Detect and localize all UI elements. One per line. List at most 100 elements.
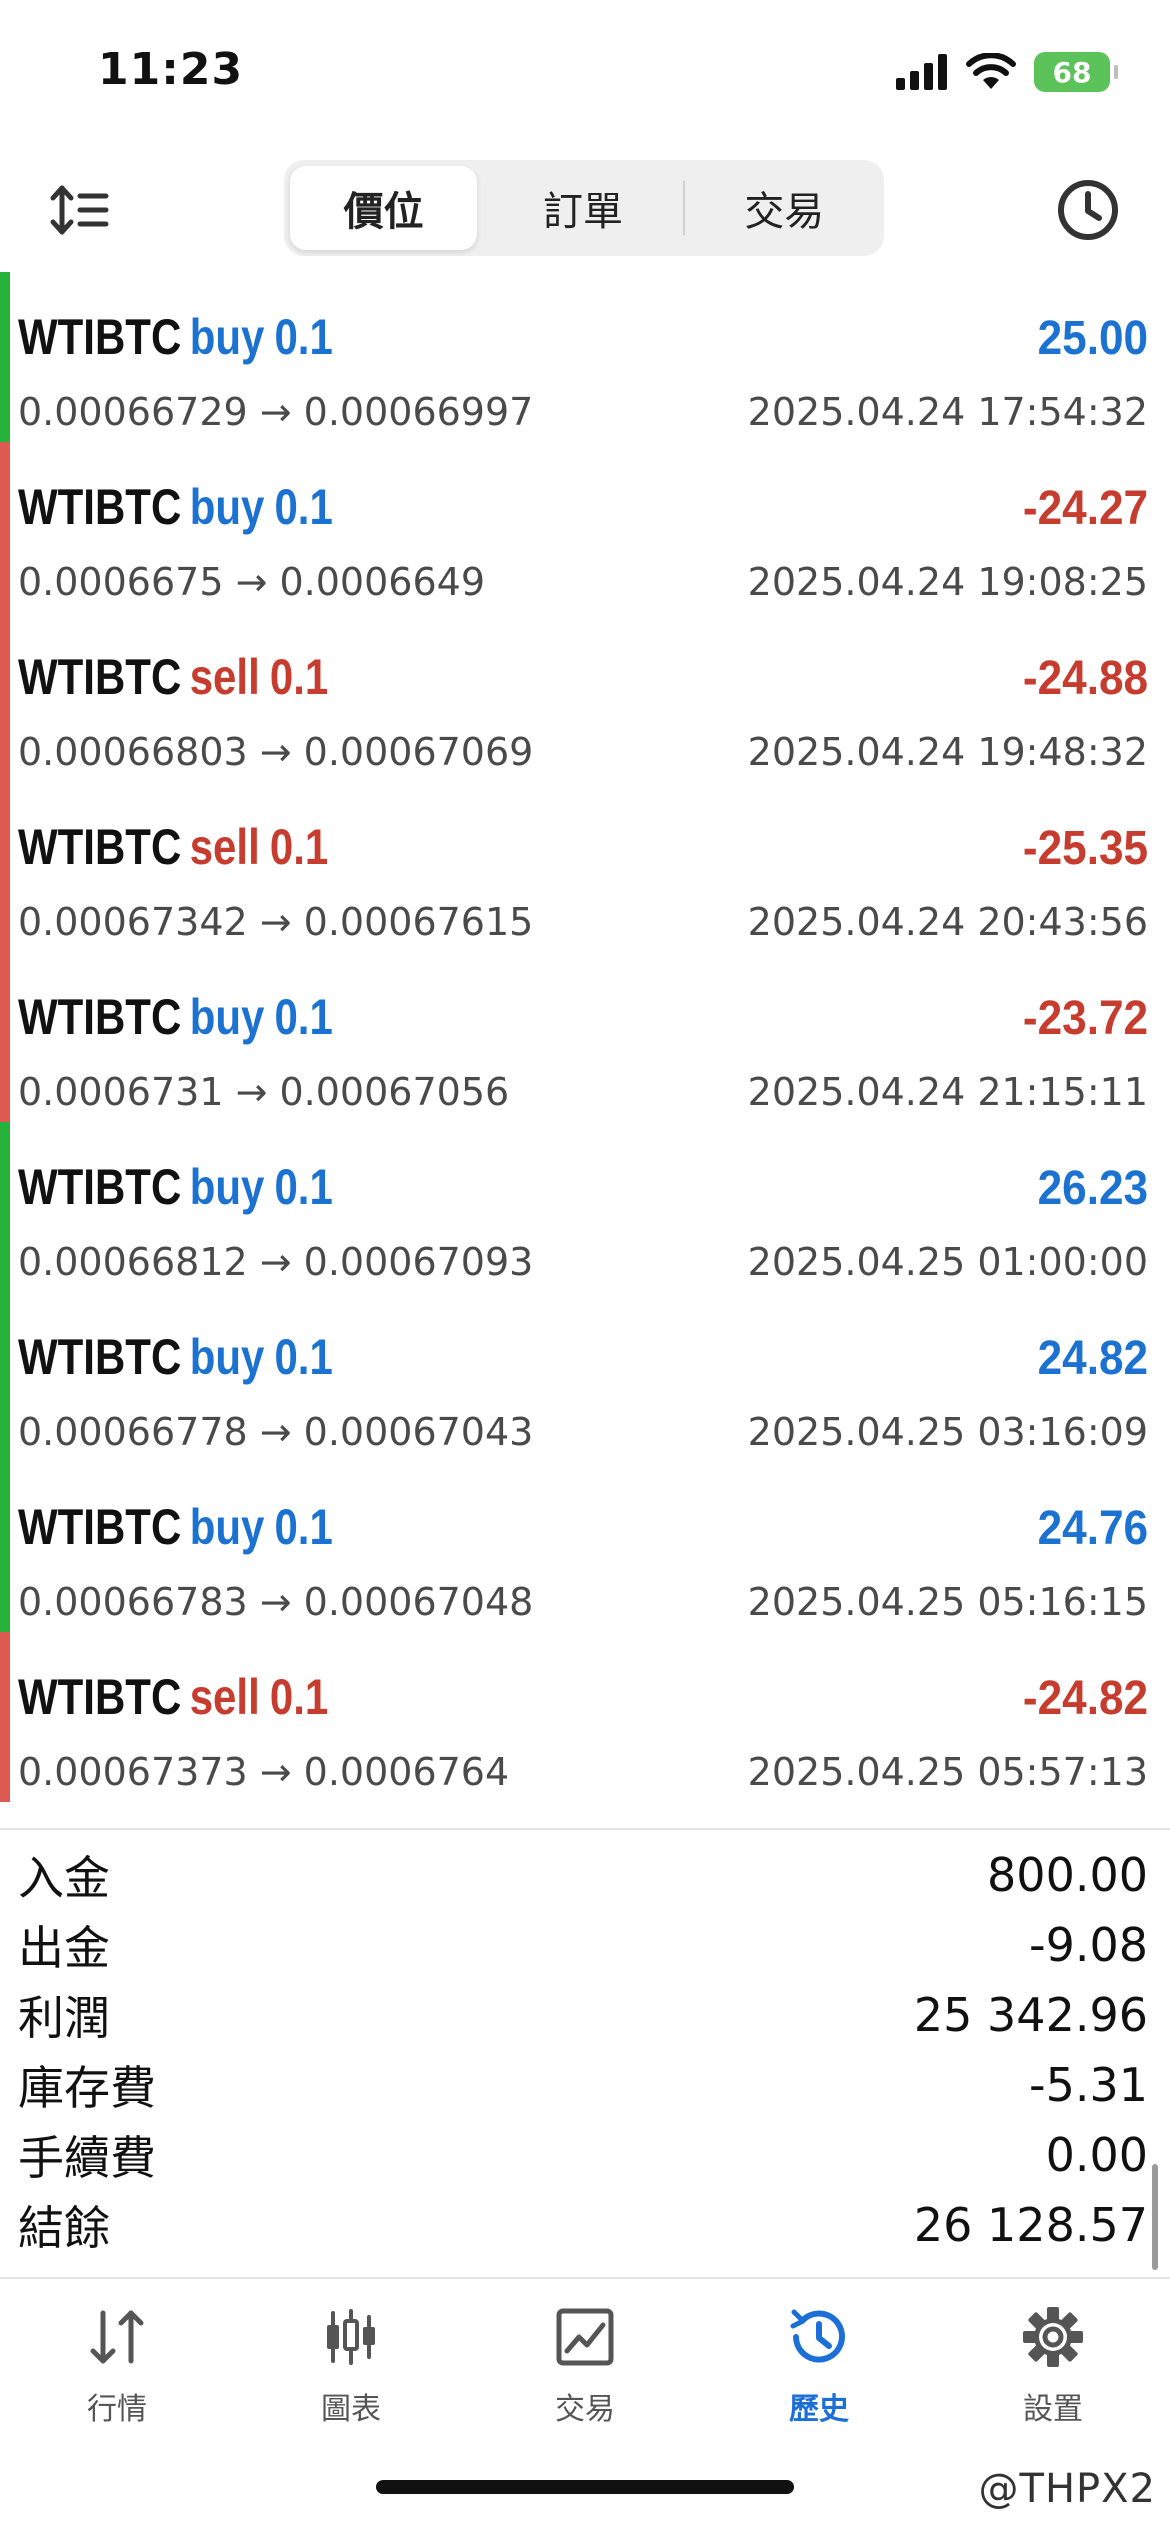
row-bottom: 0.00066812 → 0.00067093 2025.04.25 01:00:… bbox=[18, 1240, 1148, 1284]
summary-row: 利潤 25 342.96 bbox=[0, 1980, 1170, 2050]
sort-icon[interactable] bbox=[48, 178, 112, 242]
row-top: WTIBTC buy 0.1 26.23 bbox=[18, 1158, 1148, 1216]
trade-symbol: WTIBTC bbox=[18, 649, 182, 705]
close-price: 0.00067069 bbox=[303, 730, 534, 774]
trade-prices: 0.0006675 → 0.0006649 bbox=[18, 560, 485, 604]
summary-label: 入金 bbox=[18, 1851, 110, 1905]
trade-title: WTIBTC buy 0.1 bbox=[18, 1158, 333, 1216]
trade-symbol: WTIBTC bbox=[18, 989, 182, 1045]
tabbar-item-history[interactable]: 歷史 bbox=[702, 2280, 936, 2430]
row-bottom: 0.00067373 → 0.0006764 2025.04.25 05:57:1… bbox=[18, 1750, 1148, 1794]
row-top: WTIBTC buy 0.1 -24.27 bbox=[18, 478, 1148, 536]
tab-bar: 行情 圖表 交易 歷史 設置 bbox=[0, 2280, 1170, 2430]
trade-profit: 25.00 bbox=[1037, 312, 1148, 365]
arrow-right-icon: → bbox=[223, 1070, 280, 1114]
trade-profit: 26.23 bbox=[1037, 1162, 1148, 1215]
open-price: 0.00066729 bbox=[18, 390, 248, 434]
open-price: 0.00066812 bbox=[18, 1240, 248, 1284]
trade-time: 2025.04.24 21:15:11 bbox=[747, 1070, 1148, 1114]
tabbar-item-settings[interactable]: 設置 bbox=[936, 2280, 1170, 2430]
trade-row[interactable]: WTIBTC sell 0.1 -24.88 0.00066803 → 0.000670… bbox=[0, 612, 1170, 782]
trade-row[interactable]: WTIBTC sell 0.1 -24.82 0.00067373 → 0.000676… bbox=[0, 1632, 1170, 1802]
arrow-right-icon: → bbox=[247, 730, 304, 774]
tabbar-label: 行情 bbox=[87, 2392, 147, 2427]
tab-deals[interactable]: 交易 bbox=[691, 166, 878, 250]
profit-indicator-bar bbox=[0, 1122, 10, 1292]
trade-prices: 0.00067342 → 0.00067615 bbox=[18, 900, 533, 944]
trade-side: sell bbox=[189, 649, 260, 705]
wifi-icon bbox=[966, 53, 1016, 89]
trade-row[interactable]: WTIBTC buy 0.1 24.76 0.00066783 → 0.00067048… bbox=[0, 1462, 1170, 1632]
scroll-indicator[interactable] bbox=[1152, 2164, 1158, 2270]
trade-symbol: WTIBTC bbox=[18, 1669, 182, 1725]
close-price: 0.0006764 bbox=[303, 1750, 510, 1794]
close-price: 0.00067093 bbox=[303, 1240, 534, 1284]
arrow-right-icon: → bbox=[247, 900, 304, 944]
tabbar-label: 交易 bbox=[555, 2392, 615, 2427]
trade-title: WTIBTC sell 0.1 bbox=[18, 1668, 328, 1726]
row-top: WTIBTC buy 0.1 24.76 bbox=[18, 1498, 1148, 1556]
trade-volume: 0.1 bbox=[274, 479, 333, 535]
profit-indicator-bar bbox=[0, 1462, 10, 1632]
trade-time: 2025.04.24 19:48:32 bbox=[747, 730, 1148, 774]
quotes-arrows-icon bbox=[82, 2302, 152, 2372]
watermark: @THPX2 bbox=[979, 2466, 1156, 2512]
trade-prices: 0.00066812 → 0.00067093 bbox=[18, 1240, 533, 1284]
trade-time: 2025.04.24 17:54:32 bbox=[747, 390, 1148, 434]
trade-volume: 0.1 bbox=[269, 649, 329, 705]
trade-title: WTIBTC sell 0.1 bbox=[18, 818, 328, 876]
arrow-right-icon: → bbox=[223, 560, 280, 604]
summary-row: 手續費 0.00 bbox=[0, 2120, 1170, 2190]
trade-row[interactable]: WTIBTC buy 0.1 -24.27 0.0006675 → 0.0006649 2… bbox=[0, 442, 1170, 612]
tab-price[interactable]: 價位 bbox=[290, 166, 478, 250]
summary-value: 26 128.57 bbox=[913, 2198, 1148, 2252]
trade-symbol: WTIBTC bbox=[18, 479, 182, 535]
arrow-right-icon: → bbox=[247, 1750, 304, 1794]
close-price: 0.00067056 bbox=[279, 1070, 510, 1114]
trade-row[interactable]: WTIBTC buy 0.1 -23.72 0.0006731 → 0.00067056… bbox=[0, 952, 1170, 1122]
trade-title: WTIBTC buy 0.1 bbox=[18, 308, 333, 366]
arrow-right-icon: → bbox=[247, 1410, 304, 1454]
trade-row[interactable]: WTIBTC buy 0.1 24.82 0.00066778 → 0.00067043… bbox=[0, 1292, 1170, 1462]
status-icons: 68 bbox=[896, 50, 1118, 94]
trade-chart-icon bbox=[550, 2302, 620, 2372]
trade-side: sell bbox=[189, 819, 260, 875]
cellular-signal-icon bbox=[896, 54, 947, 90]
watermark-text: @THPX2 bbox=[978, 2466, 1156, 2512]
summary-label: 手續費 bbox=[18, 2131, 156, 2185]
summary-label: 結餘 bbox=[18, 2201, 110, 2255]
open-price: 0.00067342 bbox=[18, 900, 248, 944]
segmented-control: 價位 訂單 交易 bbox=[284, 160, 884, 256]
trade-volume: 0.1 bbox=[274, 1159, 333, 1215]
profit-indicator-bar bbox=[0, 612, 10, 782]
summary-value: -9.08 bbox=[1028, 1918, 1148, 1972]
trade-row[interactable]: WTIBTC buy 0.1 26.23 0.00066812 → 0.00067093… bbox=[0, 1122, 1170, 1292]
tabbar-item-quotes[interactable]: 行情 bbox=[0, 2280, 234, 2430]
tabbar-item-charts[interactable]: 圖表 bbox=[234, 2280, 468, 2430]
trade-profit: -25.35 bbox=[1022, 822, 1148, 875]
row-bottom: 0.0006731 → 0.00067056 2025.04.24 21:15:1… bbox=[18, 1070, 1148, 1114]
summary-value: 0.00 bbox=[1045, 2128, 1148, 2182]
trade-time: 2025.04.25 05:16:15 bbox=[747, 1580, 1148, 1624]
battery-indicator: 68 bbox=[1034, 52, 1118, 92]
battery-level: 68 bbox=[1052, 55, 1092, 89]
tab-orders[interactable]: 訂單 bbox=[489, 166, 676, 250]
home-indicator[interactable] bbox=[376, 2480, 794, 2494]
trade-time: 2025.04.25 01:00:00 bbox=[747, 1240, 1148, 1284]
trade-time: 2025.04.24 20:43:56 bbox=[747, 900, 1148, 944]
summary-value: -5.31 bbox=[1028, 2058, 1148, 2112]
tabbar-label: 歷史 bbox=[789, 2392, 849, 2427]
trade-prices: 0.0006731 → 0.00067056 bbox=[18, 1070, 509, 1114]
trade-profit: -24.27 bbox=[1022, 482, 1148, 535]
trade-title: WTIBTC sell 0.1 bbox=[18, 648, 328, 706]
tabbar-item-trade[interactable]: 交易 bbox=[468, 2280, 702, 2430]
trade-row[interactable]: WTIBTC buy 0.1 25.00 0.00066729 → 0.00066997… bbox=[0, 272, 1170, 442]
summary-value: 25 342.96 bbox=[913, 1988, 1148, 2042]
trade-row[interactable]: WTIBTC sell 0.1 -25.35 0.00067342 → 0.000676… bbox=[0, 782, 1170, 952]
trade-prices: 0.00067373 → 0.0006764 bbox=[18, 1750, 509, 1794]
header: 價位 訂單 交易 bbox=[0, 150, 1170, 270]
trade-side: sell bbox=[189, 1669, 260, 1725]
trade-symbol: WTIBTC bbox=[18, 1499, 182, 1555]
close-price: 0.00067048 bbox=[303, 1580, 534, 1624]
clock-icon[interactable] bbox=[1054, 176, 1122, 244]
